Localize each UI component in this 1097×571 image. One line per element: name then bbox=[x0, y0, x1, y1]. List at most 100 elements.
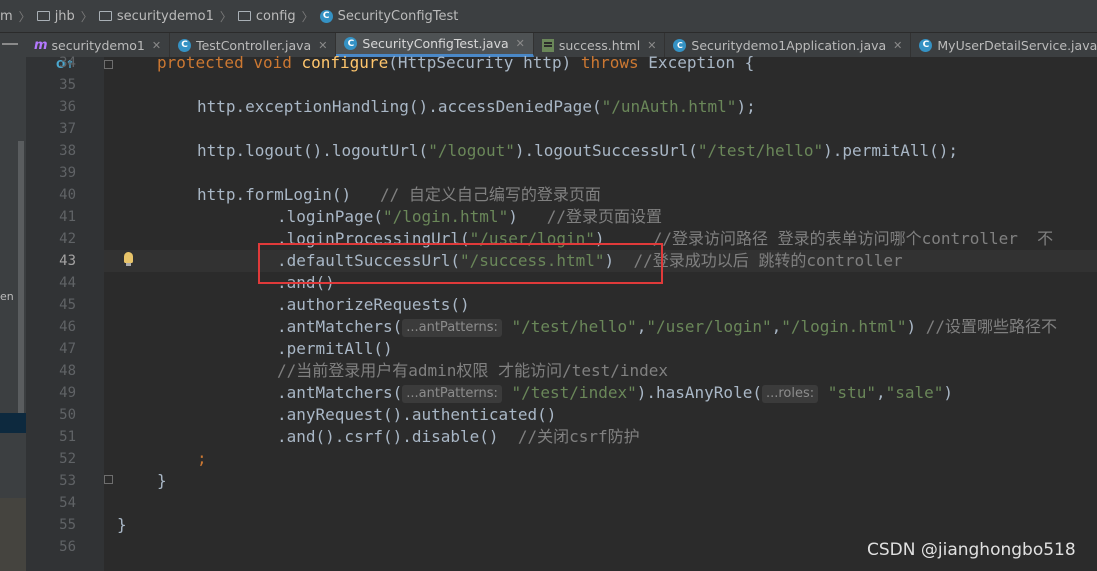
lightbulb-icon[interactable] bbox=[124, 252, 133, 266]
code-text: ); bbox=[736, 97, 756, 116]
tab-label: MyUserDetailService.java bbox=[937, 37, 1097, 53]
string-literal: "sale" bbox=[885, 383, 944, 402]
watermark: CSDN @jianghongbo518 bbox=[867, 540, 1076, 560]
code-line-34: protected void configure(HttpSecurity ht… bbox=[157, 52, 754, 74]
code-comment: //登录页面设置 bbox=[546, 207, 663, 226]
code-text: .permitAll() bbox=[277, 339, 393, 358]
project-panel-scrollbar[interactable] bbox=[18, 141, 24, 416]
parameter-hint: ...antPatterns: bbox=[402, 385, 502, 403]
class-icon: C bbox=[178, 38, 192, 52]
code-text: .antMatchers( bbox=[277, 317, 403, 336]
line-number: 34 bbox=[59, 55, 76, 71]
code-text: ).logoutSuccessUrl( bbox=[514, 141, 698, 160]
tab-label: securitydemo1 bbox=[51, 37, 145, 53]
string-literal: "stu" bbox=[827, 383, 876, 402]
code-text: .antMatchers( bbox=[277, 383, 403, 402]
code-text: } bbox=[157, 471, 167, 490]
line-number: 56 bbox=[59, 539, 76, 555]
highlight-annotation-box bbox=[258, 243, 663, 284]
fold-marker-icon[interactable] bbox=[104, 475, 113, 484]
line-number: 55 bbox=[59, 517, 76, 533]
left-tool-strip: en bbox=[0, 33, 26, 571]
tab-label: Securitydemo1Application.java bbox=[691, 37, 887, 53]
html-icon bbox=[541, 38, 554, 52]
code-line-36: http.exceptionHandling().accessDeniedPag… bbox=[197, 96, 756, 118]
breadcrumb-item-m[interactable]: m 〉 bbox=[0, 8, 37, 25]
string-literal: "/logout" bbox=[428, 141, 515, 160]
string-literal: "/login.html" bbox=[781, 317, 907, 336]
close-icon[interactable]: ✕ bbox=[647, 39, 656, 52]
breadcrumb-label: securitydemo1 bbox=[116, 8, 214, 24]
maven-icon: m bbox=[34, 37, 48, 53]
line-number: 41 bbox=[59, 209, 76, 225]
code-text: } bbox=[117, 515, 127, 534]
spring-app-icon: C bbox=[673, 38, 687, 52]
line-number: 51 bbox=[59, 429, 76, 445]
class-icon: C bbox=[344, 37, 358, 50]
breadcrumb-item-securitydemo1[interactable]: securitydemo1 〉 bbox=[98, 8, 238, 25]
breadcrumb-label: jhb bbox=[54, 8, 75, 24]
code-comment: // 自定义自己编写的登录页面 bbox=[380, 185, 601, 204]
close-icon[interactable]: ✕ bbox=[893, 39, 902, 52]
code-comment: //登录访问路径 登录的表单访问哪个controller 不 bbox=[652, 229, 1054, 248]
folder-icon bbox=[36, 11, 50, 21]
method-name: configure bbox=[301, 53, 389, 72]
code-line-40: http.formLogin() // 自定义自己编写的登录页面 bbox=[197, 184, 601, 206]
project-panel-selected-row[interactable] bbox=[0, 413, 26, 433]
close-icon[interactable]: ✕ bbox=[152, 39, 161, 52]
code-line-47: .permitAll() bbox=[277, 338, 393, 360]
line-number: 49 bbox=[59, 385, 76, 401]
code-comment: //当前登录用户有admin权限 才能访问/test/index bbox=[277, 361, 669, 380]
code-line-49: .antMatchers(...antPatterns: "/test/inde… bbox=[277, 382, 953, 404]
code-text: .loginPage( bbox=[277, 207, 383, 226]
breadcrumb-item-securityconfigtest[interactable]: C SecurityConfigTest bbox=[319, 8, 459, 24]
tab-myuserdetailservice[interactable]: C MyUserDetailService.java ✕ bbox=[911, 33, 1097, 57]
chevron-right-icon: 〉 bbox=[219, 9, 232, 24]
code-text: , bbox=[636, 317, 647, 336]
keyword: protected bbox=[157, 53, 254, 72]
breadcrumb-item-jhb[interactable]: jhb 〉 bbox=[36, 8, 99, 25]
string-literal: "/test/hello" bbox=[697, 141, 824, 160]
keyword: void bbox=[253, 53, 302, 72]
chevron-right-icon: 〉 bbox=[18, 9, 31, 24]
code-line-41: .loginPage("/login.html") //登录页面设置 bbox=[277, 206, 662, 228]
breadcrumb-label: SecurityConfigTest bbox=[337, 8, 459, 24]
code-text: http.formLogin() bbox=[197, 185, 381, 204]
line-number: 43 bbox=[59, 253, 76, 269]
project-panel-bottom bbox=[0, 498, 26, 571]
code-text: ) bbox=[508, 207, 547, 226]
close-icon[interactable]: ✕ bbox=[516, 37, 525, 50]
line-number: 45 bbox=[59, 297, 76, 313]
parameter-hint: ...antPatterns: bbox=[402, 319, 502, 337]
close-icon[interactable]: ✕ bbox=[318, 39, 327, 52]
code-line-45: .authorizeRequests() bbox=[277, 294, 470, 316]
tab-label: success.html bbox=[558, 37, 641, 53]
code-editor[interactable] bbox=[104, 57, 1097, 571]
breadcrumb-label: m bbox=[0, 8, 13, 24]
string-literal: "/login.html" bbox=[382, 207, 509, 226]
folder-icon bbox=[237, 11, 251, 21]
line-number: 39 bbox=[59, 165, 76, 181]
line-number: 42 bbox=[59, 231, 76, 247]
line-number: 38 bbox=[59, 143, 76, 159]
breadcrumb-item-config[interactable]: config 〉 bbox=[237, 8, 320, 25]
line-number: 52 bbox=[59, 451, 76, 467]
line-number: 46 bbox=[59, 319, 76, 335]
code-text: Exception { bbox=[648, 53, 755, 72]
code-line-55: } bbox=[117, 514, 127, 536]
class-icon: C bbox=[319, 9, 333, 23]
line-number: 50 bbox=[59, 407, 76, 423]
string-literal: "/user/login" bbox=[646, 317, 772, 336]
line-number: 48 bbox=[59, 363, 76, 379]
code-text: .anyRequest().authenticated() bbox=[277, 405, 557, 424]
string-literal: "/test/index" bbox=[511, 383, 637, 402]
line-number: 36 bbox=[59, 99, 76, 115]
code-text: .authorizeRequests() bbox=[277, 295, 470, 314]
line-number: 53 bbox=[59, 473, 76, 489]
line-number: 35 bbox=[59, 77, 76, 93]
line-number: 44 bbox=[59, 275, 76, 291]
fold-marker-icon[interactable] bbox=[104, 60, 113, 69]
code-line-50: .anyRequest().authenticated() bbox=[277, 404, 556, 426]
minimize-icon[interactable] bbox=[2, 43, 18, 45]
code-comment: //关闭csrf防护 bbox=[517, 427, 640, 446]
